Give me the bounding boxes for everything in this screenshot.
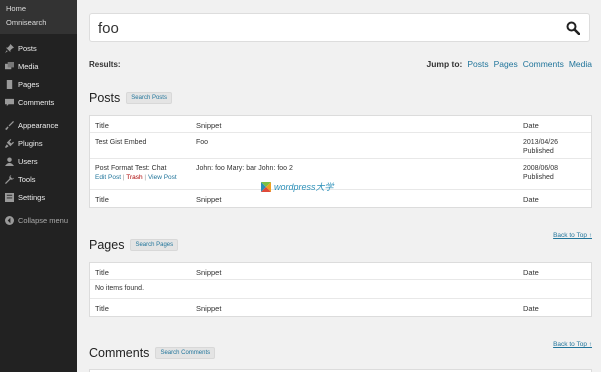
back-to-top-link[interactable]: Back to Top ↑ (553, 341, 592, 348)
search-posts-button[interactable]: Search Posts (126, 92, 172, 104)
users-icon (5, 156, 14, 166)
column-header-title[interactable]: Title (95, 268, 109, 277)
search-input[interactable]: foo (89, 13, 590, 42)
column-header-date[interactable]: Date (523, 121, 539, 130)
column-header-date[interactable]: Date (523, 268, 539, 277)
column-footer-title[interactable]: Title (95, 304, 109, 313)
sidebar-item-label: Comments (18, 97, 55, 107)
comments-section-header: Comments Search Comments (89, 346, 216, 360)
column-footer-snippet: Snippet (196, 195, 222, 204)
posts-title: Posts (89, 91, 121, 105)
pages-title: Pages (89, 238, 125, 252)
sidebar-link-omnisearch[interactable]: Omnisearch (0, 16, 77, 30)
wordpress-daxue-logo-icon (261, 181, 271, 192)
column-footer-date[interactable]: Date (523, 195, 539, 204)
table-row: Test Gist Embed Foo 2013/04/26 Published (90, 133, 591, 159)
table-row: Post Format Test: Chat Edit Post | Trash… (90, 159, 591, 190)
sidebar-item-label: Pages (18, 79, 40, 89)
sidebar-item-appearance[interactable]: Appearance (0, 116, 77, 134)
sidebar-item-label: Posts (18, 43, 37, 53)
sidebar-link-home[interactable]: Home (0, 2, 77, 16)
wrench-icon (5, 174, 14, 184)
table-header-row: Title Snippet Date (90, 263, 591, 280)
results-row: Results: Jump to: Posts Pages Comments M… (89, 59, 592, 71)
sidebar-item-label: Appearance (18, 120, 59, 130)
post-date: 2008/06/08 Published (523, 164, 558, 182)
edit-post-link[interactable]: Edit Post (95, 174, 121, 181)
sidebar-collapse-menu[interactable]: Collapse menu (0, 211, 77, 229)
pages-table: Title Snippet Date No items found. Title… (89, 262, 592, 317)
column-header-snippet: Snippet (196, 268, 222, 277)
post-date: 2013/04/26 Published (523, 138, 558, 156)
sidebar-item-settings[interactable]: Settings (0, 188, 77, 206)
row-actions: Edit Post | Trash | View Post (95, 174, 177, 181)
back-to-top-link[interactable]: Back to Top ↑ (553, 232, 592, 239)
empty-row: No items found. (90, 280, 591, 299)
watermark: wordpress大学 (261, 180, 334, 193)
action-separator: | (144, 174, 147, 181)
jump-to-nav: Jump to: Posts Pages Comments Media (426, 59, 592, 69)
sidebar-item-label: Users (18, 156, 38, 166)
admin-sidebar: Home Omnisearch Posts Media Pages Commen… (0, 0, 77, 372)
no-items-text: No items found. (95, 285, 145, 292)
post-date-value: 2013/04/26 (523, 139, 559, 146)
watermark-text: wordpress大学 (274, 182, 334, 192)
post-snippet: John: foo Mary: bar John: foo 2 (196, 165, 293, 172)
table-header-row: Title Snippet Date (90, 116, 591, 133)
posts-section-header: Posts Search Posts (89, 91, 172, 105)
post-title-cell: Post Format Test: Chat Edit Post | Trash… (95, 164, 177, 182)
brush-icon (5, 120, 14, 130)
results-label: Results: (89, 60, 121, 69)
post-title[interactable]: Post Format Test: Chat (95, 165, 166, 172)
search-input-value: foo (98, 20, 119, 37)
collapse-icon (5, 215, 14, 225)
sidebar-item-label: Tools (18, 174, 36, 184)
sidebar-item-tools[interactable]: Tools (0, 170, 77, 188)
post-status: Published (523, 148, 554, 155)
jump-link-media[interactable]: Media (569, 59, 592, 69)
sidebar-item-plugins[interactable]: Plugins (0, 134, 77, 152)
sidebar-item-comments[interactable]: Comments (0, 93, 77, 111)
sidebar-top: Home Omnisearch (0, 0, 77, 34)
post-date-value: 2008/06/08 (523, 165, 559, 172)
trash-link[interactable]: Trash (126, 174, 142, 181)
view-post-link[interactable]: View Post (148, 174, 177, 181)
main-content: foo Results: Jump to: Posts Pages Commen… (77, 0, 601, 372)
comments-icon (5, 98, 14, 107)
column-footer-snippet: Snippet (196, 304, 222, 313)
pages-section-header: Pages Search Pages (89, 238, 179, 252)
search-icon[interactable] (566, 21, 580, 35)
sidebar-item-posts[interactable]: Posts (0, 39, 77, 57)
column-header-title[interactable]: Title (95, 121, 109, 130)
table-footer-row: Title Snippet Date (90, 299, 591, 316)
jump-link-comments[interactable]: Comments (523, 59, 564, 69)
column-footer-date[interactable]: Date (523, 304, 539, 313)
pages-icon (5, 79, 14, 89)
jump-to-label: Jump to: (426, 59, 463, 69)
column-footer-title[interactable]: Title (95, 195, 109, 204)
post-snippet: Foo (196, 139, 209, 146)
sidebar-item-label: Collapse menu (18, 215, 69, 225)
plug-icon (5, 138, 14, 148)
comments-title: Comments (89, 346, 150, 360)
sidebar-item-label: Media (18, 61, 39, 71)
settings-icon (5, 192, 14, 202)
action-separator: | (122, 174, 125, 181)
search-pages-button[interactable]: Search Pages (130, 239, 179, 251)
post-title[interactable]: Test Gist Embed (95, 138, 146, 147)
sidebar-item-label: Settings (18, 192, 46, 202)
jump-link-pages[interactable]: Pages (494, 59, 518, 69)
sidebar-item-pages[interactable]: Pages (0, 75, 77, 93)
post-status: Published (523, 174, 554, 181)
table-footer-row: Title Snippet Date (90, 190, 591, 207)
media-icon (5, 61, 14, 71)
sidebar-item-label: Plugins (18, 138, 43, 148)
pin-icon (5, 43, 14, 53)
search-comments-button[interactable]: Search Comments (155, 347, 216, 359)
posts-table: Title Snippet Date Test Gist Embed Foo 2… (89, 115, 592, 208)
column-header-snippet: Snippet (196, 121, 222, 130)
jump-link-posts[interactable]: Posts (467, 59, 488, 69)
sidebar-item-media[interactable]: Media (0, 57, 77, 75)
sidebar-item-users[interactable]: Users (0, 152, 77, 170)
